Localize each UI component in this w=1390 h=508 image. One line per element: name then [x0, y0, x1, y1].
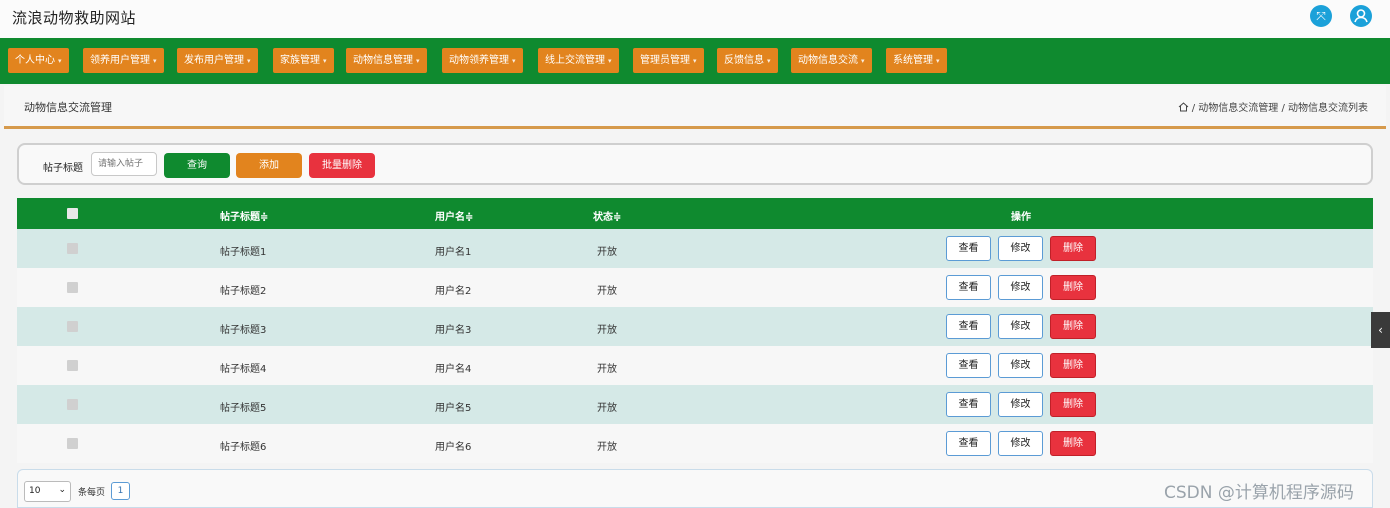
- cell-user: 用户名2: [435, 286, 472, 297]
- page-title: 动物信息交流管理: [24, 101, 112, 114]
- table-row: 帖子标题1 用户名1 开放 查看 修改 删除: [17, 229, 1373, 268]
- nav-item-adopter-users[interactable]: 领养用户管理 ▾: [83, 48, 164, 73]
- row-checkbox[interactable]: [67, 399, 78, 410]
- view-button[interactable]: 查看: [946, 314, 991, 339]
- user-icon[interactable]: [1350, 5, 1372, 27]
- row-checkbox[interactable]: [67, 243, 78, 254]
- chevron-down-icon: ▾: [767, 57, 771, 65]
- edit-button[interactable]: 修改: [998, 314, 1043, 339]
- breadcrumb-bar: 动物信息交流管理 / 动物信息交流管理 / 动物信息交流列表: [4, 86, 1386, 129]
- cell-title: 帖子标题6: [220, 442, 267, 453]
- edit-button[interactable]: 修改: [998, 353, 1043, 378]
- view-button[interactable]: 查看: [946, 275, 991, 300]
- chevron-down-icon: ▾: [323, 57, 327, 65]
- fullscreen-icon[interactable]: ⤧: [1310, 5, 1332, 27]
- column-header-actions: 操作: [1011, 212, 1031, 223]
- edit-button[interactable]: 修改: [998, 275, 1043, 300]
- chevron-down-icon: ▾: [416, 57, 420, 65]
- cell-status: 开放: [597, 325, 617, 336]
- delete-button[interactable]: 删除: [1050, 236, 1096, 261]
- page-number-button[interactable]: 1: [111, 482, 130, 500]
- view-button[interactable]: 查看: [946, 353, 991, 378]
- nav-item-admins[interactable]: 管理员管理 ▾: [633, 48, 704, 73]
- view-button[interactable]: 查看: [946, 392, 991, 417]
- nav-item-feedback[interactable]: 反馈信息 ▾: [717, 48, 778, 73]
- cell-user: 用户名4: [435, 364, 472, 375]
- nav-item-animal-exchange[interactable]: 动物信息交流 ▾: [791, 48, 872, 73]
- page-size-select[interactable]: 10 ⌄: [24, 481, 71, 502]
- table-header: 帖子标题≑ 用户名≑ 状态≑ 操作: [17, 198, 1373, 229]
- search-label: 帖子标题: [43, 163, 83, 174]
- table-row: 帖子标题4 用户名4 开放 查看 修改 删除: [17, 346, 1373, 385]
- breadcrumb: / 动物信息交流管理 / 动物信息交流列表: [1178, 99, 1368, 114]
- nav-item-family[interactable]: 家族管理 ▾: [273, 48, 334, 73]
- batch-delete-button[interactable]: 批量删除: [309, 153, 375, 178]
- cell-title: 帖子标题1: [220, 247, 267, 258]
- view-button[interactable]: 查看: [946, 236, 991, 261]
- cell-status: 开放: [597, 247, 617, 258]
- nav-item-online-exchange[interactable]: 线上交流管理 ▾: [538, 48, 619, 73]
- per-page-label: 条每页: [78, 488, 106, 498]
- row-checkbox[interactable]: [67, 321, 78, 332]
- chevron-down-icon: ▾: [247, 57, 251, 65]
- delete-button[interactable]: 删除: [1050, 392, 1096, 417]
- top-bar: 流浪动物救助网站 ⤧: [0, 0, 1390, 39]
- chevron-left-icon[interactable]: ‹: [1371, 312, 1390, 348]
- column-header-user[interactable]: 用户名≑: [435, 208, 473, 223]
- table-row: 帖子标题6 用户名6 开放 查看 修改 删除: [17, 424, 1373, 463]
- table-row: 帖子标题2 用户名2 开放 查看 修改 删除: [17, 268, 1373, 307]
- column-header-status[interactable]: 状态≑: [593, 208, 621, 223]
- cell-status: 开放: [597, 364, 617, 375]
- chevron-down-icon: ▾: [608, 57, 612, 65]
- chevron-down-icon: ⌄: [58, 485, 66, 495]
- cell-title: 帖子标题5: [220, 403, 267, 414]
- table-row: 帖子标题5 用户名5 开放 查看 修改 删除: [17, 385, 1373, 424]
- site-title: 流浪动物救助网站: [12, 9, 137, 27]
- nav-item-personal-center[interactable]: 个人中心 ▾: [8, 48, 69, 73]
- chevron-down-icon: ▾: [936, 57, 940, 65]
- cell-user: 用户名3: [435, 325, 472, 336]
- row-checkbox[interactable]: [67, 438, 78, 449]
- cell-status: 开放: [597, 286, 617, 297]
- breadcrumb-path: / 动物信息交流管理 / 动物信息交流列表: [1191, 103, 1368, 114]
- cell-user: 用户名5: [435, 403, 472, 414]
- table-row: 帖子标题3 用户名3 开放 查看 修改 删除: [17, 307, 1373, 346]
- page-size-value: 10: [29, 486, 41, 496]
- home-icon[interactable]: [1178, 102, 1189, 112]
- cell-status: 开放: [597, 403, 617, 414]
- chevron-down-icon: ▾: [693, 57, 697, 65]
- cell-user: 用户名1: [435, 247, 472, 258]
- main-nav: 个人中心 ▾ 领养用户管理 ▾ 发布用户管理 ▾ 家族管理 ▾ 动物信息管理 ▾ 动物领养…: [0, 38, 1390, 84]
- column-header-title[interactable]: 帖子标题≑: [220, 208, 268, 223]
- row-checkbox[interactable]: [67, 282, 78, 293]
- chevron-down-icon: ▾: [861, 57, 865, 65]
- chevron-down-icon: ▾: [512, 57, 516, 65]
- nav-item-publisher-users[interactable]: 发布用户管理 ▾: [177, 48, 258, 73]
- nav-item-animal-info[interactable]: 动物信息管理 ▾: [346, 48, 427, 73]
- nav-item-system[interactable]: 系统管理 ▾: [886, 48, 947, 73]
- delete-button[interactable]: 删除: [1050, 314, 1096, 339]
- search-panel: 帖子标题 查询 添加 批量删除: [17, 143, 1373, 185]
- cell-status: 开放: [597, 442, 617, 453]
- delete-button[interactable]: 删除: [1050, 275, 1096, 300]
- cell-title: 帖子标题4: [220, 364, 267, 375]
- delete-button[interactable]: 删除: [1050, 353, 1096, 378]
- cell-title: 帖子标题2: [220, 286, 267, 297]
- nav-item-animal-adoption[interactable]: 动物领养管理 ▾: [442, 48, 523, 73]
- add-button[interactable]: 添加: [236, 153, 302, 178]
- edit-button[interactable]: 修改: [998, 392, 1043, 417]
- delete-button[interactable]: 删除: [1050, 431, 1096, 456]
- search-input[interactable]: [91, 152, 157, 176]
- edit-button[interactable]: 修改: [998, 236, 1043, 261]
- row-checkbox[interactable]: [67, 360, 78, 371]
- cell-user: 用户名6: [435, 442, 472, 453]
- watermark: CSDN @计算机程序源码: [1164, 483, 1354, 503]
- cell-title: 帖子标题3: [220, 325, 267, 336]
- chevron-down-icon: ▾: [58, 57, 62, 65]
- edit-button[interactable]: 修改: [998, 431, 1043, 456]
- query-button[interactable]: 查询: [164, 153, 230, 178]
- view-button[interactable]: 查看: [946, 431, 991, 456]
- select-all-checkbox[interactable]: [67, 208, 78, 219]
- chevron-down-icon: ▾: [153, 57, 157, 65]
